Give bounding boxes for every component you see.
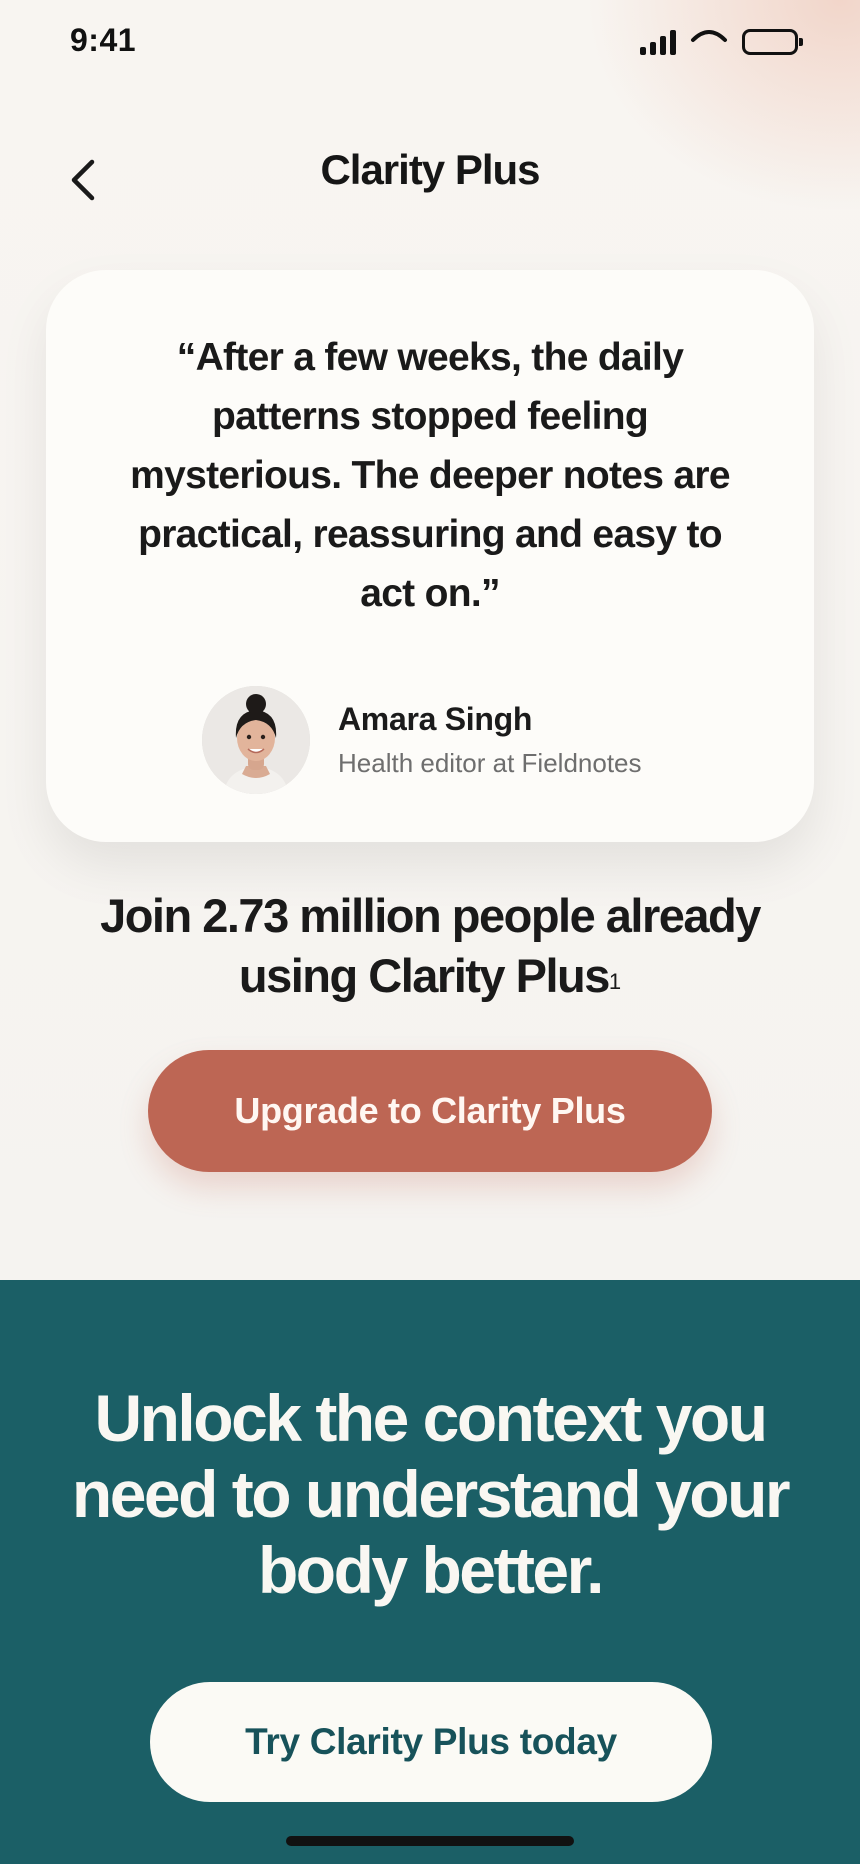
status-time: 9:41 bbox=[70, 22, 137, 58]
author-text: Amara Singh Health editor at Fieldnotes bbox=[338, 701, 642, 779]
unlock-heading: Unlock the context you need to understan… bbox=[71, 1381, 791, 1607]
upgrade-button[interactable]: Upgrade to Clarity Plus bbox=[148, 1050, 712, 1172]
home-indicator[interactable] bbox=[286, 1836, 574, 1846]
bottom-panel: Unlock the context you need to understan… bbox=[0, 1280, 860, 1864]
testimonial-card: “After a few weeks, the daily patterns s… bbox=[46, 270, 814, 842]
status-bar: 9:41 bbox=[0, 0, 860, 84]
testimonial-quote: “After a few weeks, the daily patterns s… bbox=[130, 336, 730, 615]
avatar bbox=[202, 686, 310, 794]
join-headline: Join 2.73 million people already using C… bbox=[60, 886, 800, 1006]
join-text: Join 2.73 million people already using C… bbox=[100, 889, 761, 1002]
footnote-marker[interactable]: 1 bbox=[609, 969, 621, 994]
signal-icon bbox=[640, 29, 676, 55]
status-icons bbox=[640, 26, 803, 57]
wifi-icon bbox=[690, 26, 728, 57]
author-role: Health editor at Fieldnotes bbox=[338, 748, 642, 778]
author-name: Amara Singh bbox=[338, 701, 533, 737]
try-clarity-plus-button[interactable]: Try Clarity Plus today bbox=[150, 1682, 712, 1802]
testimonial-author: Amara Singh Health editor at Fieldnotes bbox=[202, 686, 642, 794]
battery-icon bbox=[742, 28, 803, 55]
page-title: Clarity Plus bbox=[320, 146, 540, 193]
